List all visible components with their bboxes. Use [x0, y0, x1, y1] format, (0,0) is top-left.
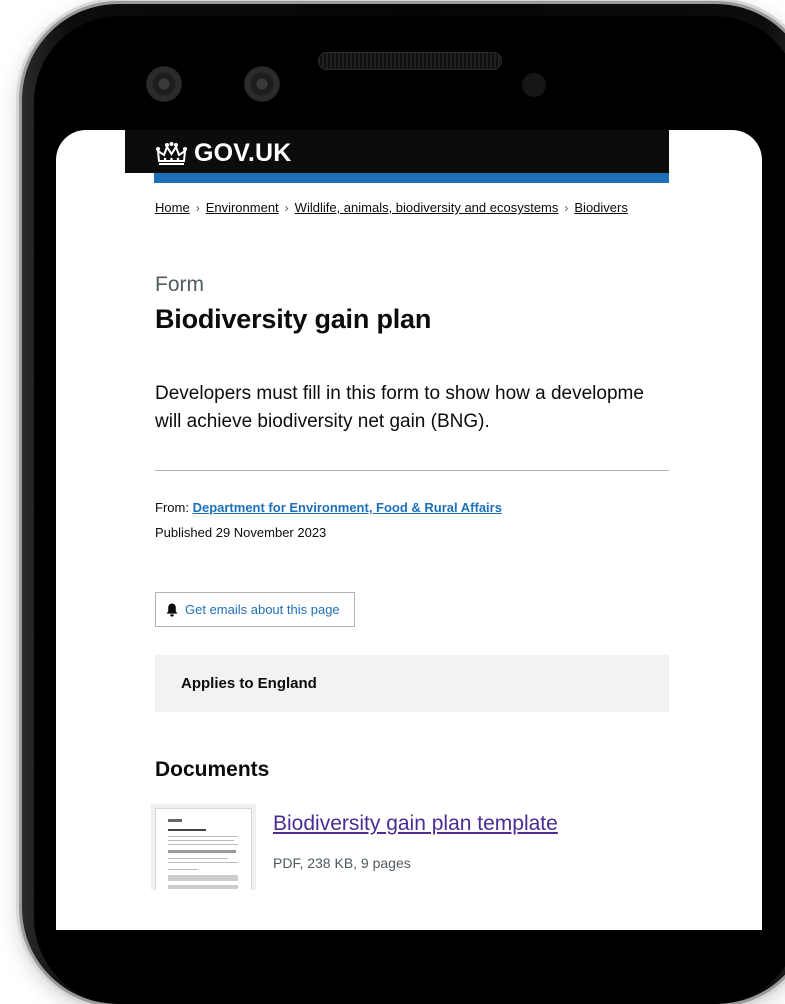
- section-divider: [155, 470, 669, 471]
- document-thumbnail[interactable]: [155, 808, 252, 890]
- phone-screen: GOV.UK Home › Environment › Wildlife, animal…: [56, 130, 762, 930]
- published-date: Published 29 November 2023: [155, 525, 327, 540]
- documents-heading: Documents: [155, 758, 270, 781]
- breadcrumb-home[interactable]: Home: [155, 200, 190, 215]
- bell-icon: [166, 603, 178, 616]
- applies-to-label: Applies to England: [181, 675, 317, 692]
- get-emails-button[interactable]: Get emails about this page: [155, 592, 355, 627]
- organisation-link[interactable]: Department for Environment, Food & Rural…: [193, 500, 502, 515]
- chevron-right-icon: ›: [195, 201, 200, 215]
- document-link[interactable]: Biodiversity gain plan template: [273, 812, 558, 836]
- get-emails-label: Get emails about this page: [185, 602, 340, 617]
- lead-line-2: will achieve biodiversity net gain (BNG)…: [155, 411, 490, 432]
- chevron-right-icon: ›: [284, 201, 289, 215]
- breadcrumb: Home › Environment › Wildlife, animals, biod…: [155, 200, 628, 215]
- front-camera-icon: [244, 66, 280, 102]
- lead-line-1: Developers must fill in this form to sho…: [155, 383, 644, 404]
- breadcrumb-wildlife[interactable]: Wildlife, animals, biodiversity and ecos…: [295, 200, 559, 215]
- breadcrumb-biodiversity[interactable]: Biodivers: [574, 200, 627, 215]
- page-caption: Form: [155, 273, 204, 296]
- page-title: Biodiversity gain plan: [155, 304, 432, 334]
- metadata-from: From: Department for Environment, Food &…: [155, 500, 502, 515]
- header-blue-bar: [154, 173, 669, 183]
- crown-icon: [156, 141, 187, 165]
- chevron-right-icon: ›: [564, 201, 569, 215]
- logo-text: GOV.UK: [194, 139, 292, 167]
- from-label: From:: [155, 500, 189, 515]
- front-camera-icon: [146, 66, 182, 102]
- govuk-header: GOV.UK: [125, 130, 669, 173]
- earpiece-speaker: [318, 52, 502, 70]
- govuk-page: GOV.UK Home › Environment › Wildlife, animal…: [125, 130, 669, 890]
- document-meta: PDF, 238 KB, 9 pages: [273, 855, 411, 871]
- proximity-sensor: [522, 73, 546, 97]
- breadcrumb-environment[interactable]: Environment: [206, 200, 279, 215]
- govuk-logo-link[interactable]: GOV.UK: [155, 139, 292, 168]
- applies-to-box: Applies to England: [155, 655, 669, 712]
- lead-paragraph: Developers must fill in this form to sho…: [155, 380, 669, 436]
